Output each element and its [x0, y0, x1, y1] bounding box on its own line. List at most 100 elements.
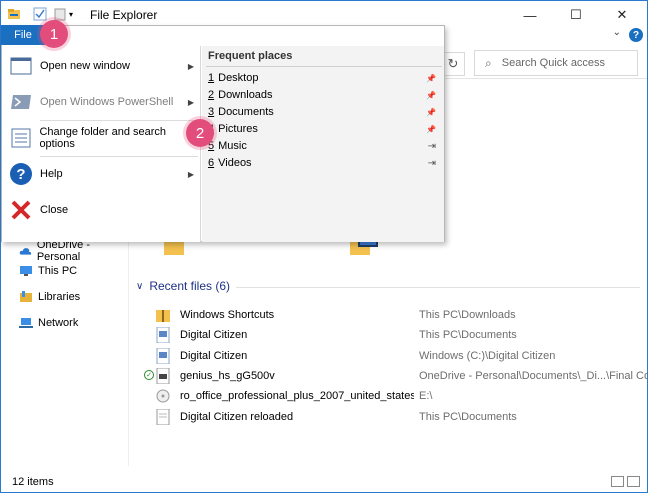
frequent-place-desktop[interactable]: 1 Desktop 📌 [208, 70, 440, 86]
unpinned-icon[interactable]: ⇥ [428, 141, 436, 152]
computer-icon [20, 266, 32, 276]
nav-item-label: Libraries [38, 291, 81, 303]
nav-item-label: OneDrive - Personal [36, 239, 90, 263]
file-menu-dropdown: Open new window ▶ Open Windows PowerShell ▶… [1, 25, 445, 242]
pin-icon[interactable]: 📌 [426, 91, 436, 100]
recent-file-row[interactable]: ro_office_professional_plus_2007_united_… [156, 386, 646, 406]
file-explorer-window: ▾ File Explorer — ☐ ✕ ⌄ ? ↻ ⌕ Search Qui… [0, 0, 648, 493]
submenu-arrow-icon: ▶ [187, 97, 194, 107]
frequent-place-number: 1 [208, 72, 215, 84]
customize-toolbar-icon[interactable]: ▾ [69, 10, 83, 24]
frequent-place-downloads[interactable]: 2 Downloads 📌 [208, 87, 440, 103]
file-menu-item-close[interactable]: Close [2, 192, 201, 228]
large-icons-view-icon[interactable] [627, 476, 640, 487]
file-menu-commands: Open new window ▶ Open Windows PowerShell ▶… [2, 46, 201, 242]
file-menu-item-open-new-window[interactable]: Open new window ▶ [2, 48, 201, 84]
recent-file-location: E:\ [419, 390, 433, 403]
network-icon [19, 318, 33, 328]
recent-file-location: Windows (C:)\Digital Citizen [419, 349, 556, 362]
frequent-place-pictures[interactable]: 4Pictures📌 [208, 121, 440, 137]
close-x-icon [8, 198, 34, 222]
details-view-icon[interactable] [611, 476, 624, 487]
page-icon [156, 408, 170, 425]
recent-file-row[interactable]: Windows Shortcuts This PC\Downloads [156, 305, 646, 325]
recent-file-row[interactable]: Digital Citizen This PC\Documents [156, 325, 646, 345]
doc-icon [156, 326, 170, 344]
callout-badge-1: 1 [40, 20, 68, 48]
expand-ribbon-icon[interactable]: ⌄ [613, 27, 621, 38]
doc-icon [156, 347, 170, 365]
search-input[interactable]: ⌕ Search Quick access [474, 50, 638, 76]
recent-file-name: Digital Citizen reloaded [180, 410, 294, 423]
recent-file-row[interactable]: Digital Citizen Windows (C:)\Digital Citi… [156, 346, 646, 366]
frequent-places-panel: Frequent places 1 Desktop 📌 2 Downloads 📌 3 Doc… [202, 46, 444, 242]
recent-file-name: Digital Citizen [180, 329, 248, 342]
recent-files-header[interactable]: ∨ Recent files (6) [136, 279, 230, 293]
recent-files-title: Recent files (6) [149, 279, 231, 293]
nav-item-this-pc[interactable]: This PC [19, 265, 77, 277]
frequent-place-label: Desktop [218, 72, 259, 84]
nav-item-onedrive[interactable]: OneDrive - Personal [19, 239, 128, 263]
help-icon[interactable]: ? [629, 28, 643, 42]
frequent-place-number: 6 [208, 157, 215, 169]
file-menu-item-label: Open Windows PowerShell [40, 96, 174, 108]
recent-file-name: Digital Citizen [180, 349, 248, 362]
frequent-places-divider [206, 66, 442, 67]
pin-icon[interactable]: 📌 [426, 125, 436, 134]
recent-file-name: ro_office_professional_plus_2007_united_… [180, 390, 414, 403]
powershell-icon [8, 90, 34, 114]
nav-item-libraries[interactable]: Libraries [19, 291, 80, 303]
disc-icon [156, 388, 170, 404]
file-menu-item-label: Open new window [40, 60, 130, 72]
recent-file-location: OneDrive - Personal\Documents\_Di...\Fin… [419, 369, 648, 382]
refresh-icon: ↻ [447, 56, 459, 71]
recent-file-row[interactable]: ✓ genius_hs_gG500v OneDrive - Personal\Doc… [144, 366, 648, 386]
file-menu-item-label: Help [40, 168, 63, 180]
frequent-place-label: Videos [218, 157, 252, 169]
frequent-place-music[interactable]: 5 Music ⇥ [208, 138, 440, 154]
unpinned-icon[interactable]: ⇥ [428, 158, 436, 169]
file-menu-item-help[interactable]: ? Help ▶ [2, 156, 201, 192]
recent-file-location: This PC\Documents [419, 410, 517, 423]
file-menu-item-change-folder-and-search-options[interactable]: Change folder and search options [2, 120, 201, 156]
item-count: 12 items [12, 476, 54, 488]
recent-file-location: This PC\Downloads [419, 309, 516, 321]
search-icon: ⌕ [485, 55, 492, 70]
folder-app-icon[interactable] [7, 7, 21, 21]
callout-badge-2: 2 [186, 119, 214, 147]
frequent-place-label: Music [218, 140, 247, 152]
cloud-icon [19, 248, 32, 255]
frequent-place-label: Pictures [218, 123, 258, 135]
libraries-icon [20, 291, 32, 302]
frequent-place-number: 3 [208, 106, 215, 118]
help-icon: ? [8, 162, 34, 186]
file-menu-item-open-windows-powershell[interactable]: Open Windows PowerShell ▶ [2, 84, 201, 120]
window-icon [8, 54, 34, 78]
recent-file-name: Windows Shortcuts [180, 309, 275, 321]
tab-file[interactable]: File [1, 25, 45, 45]
new-folder-quick-icon[interactable] [53, 7, 67, 21]
zip-folder-icon [156, 307, 170, 323]
search-placeholder: Search Quick access [501, 57, 606, 69]
status-bar: 12 items [1, 471, 647, 492]
frequent-place-label: Downloads [218, 89, 273, 101]
recent-file-location: This PC\Documents [419, 329, 517, 342]
frequent-place-videos[interactable]: 6 Videos ⇥ [208, 155, 440, 171]
window-title: File Explorer [90, 8, 158, 22]
chevron-down-icon: ∨ [136, 280, 144, 292]
recent-file-row[interactable]: Digital Citizen reloaded This PC\Document… [156, 407, 646, 427]
submenu-arrow-icon: ▶ [187, 169, 194, 179]
close-icon: ✕ [616, 7, 628, 22]
options-icon [8, 126, 33, 150]
submenu-arrow-icon: ▶ [187, 61, 194, 71]
frequent-place-documents[interactable]: 3 Documents 📌 [208, 104, 440, 120]
nav-item-network[interactable]: Network [19, 317, 78, 329]
pin-icon[interactable]: 📌 [426, 108, 436, 117]
recent-file-name: genius_hs_gG500v [180, 369, 275, 382]
pin-icon[interactable]: 📌 [426, 74, 436, 83]
properties-quick-icon[interactable] [33, 7, 47, 21]
svg-text:?: ? [16, 166, 25, 183]
sync-status-icon: ✓ [144, 369, 154, 380]
image-file-icon [156, 367, 170, 385]
maximize-icon: ☐ [570, 7, 582, 22]
